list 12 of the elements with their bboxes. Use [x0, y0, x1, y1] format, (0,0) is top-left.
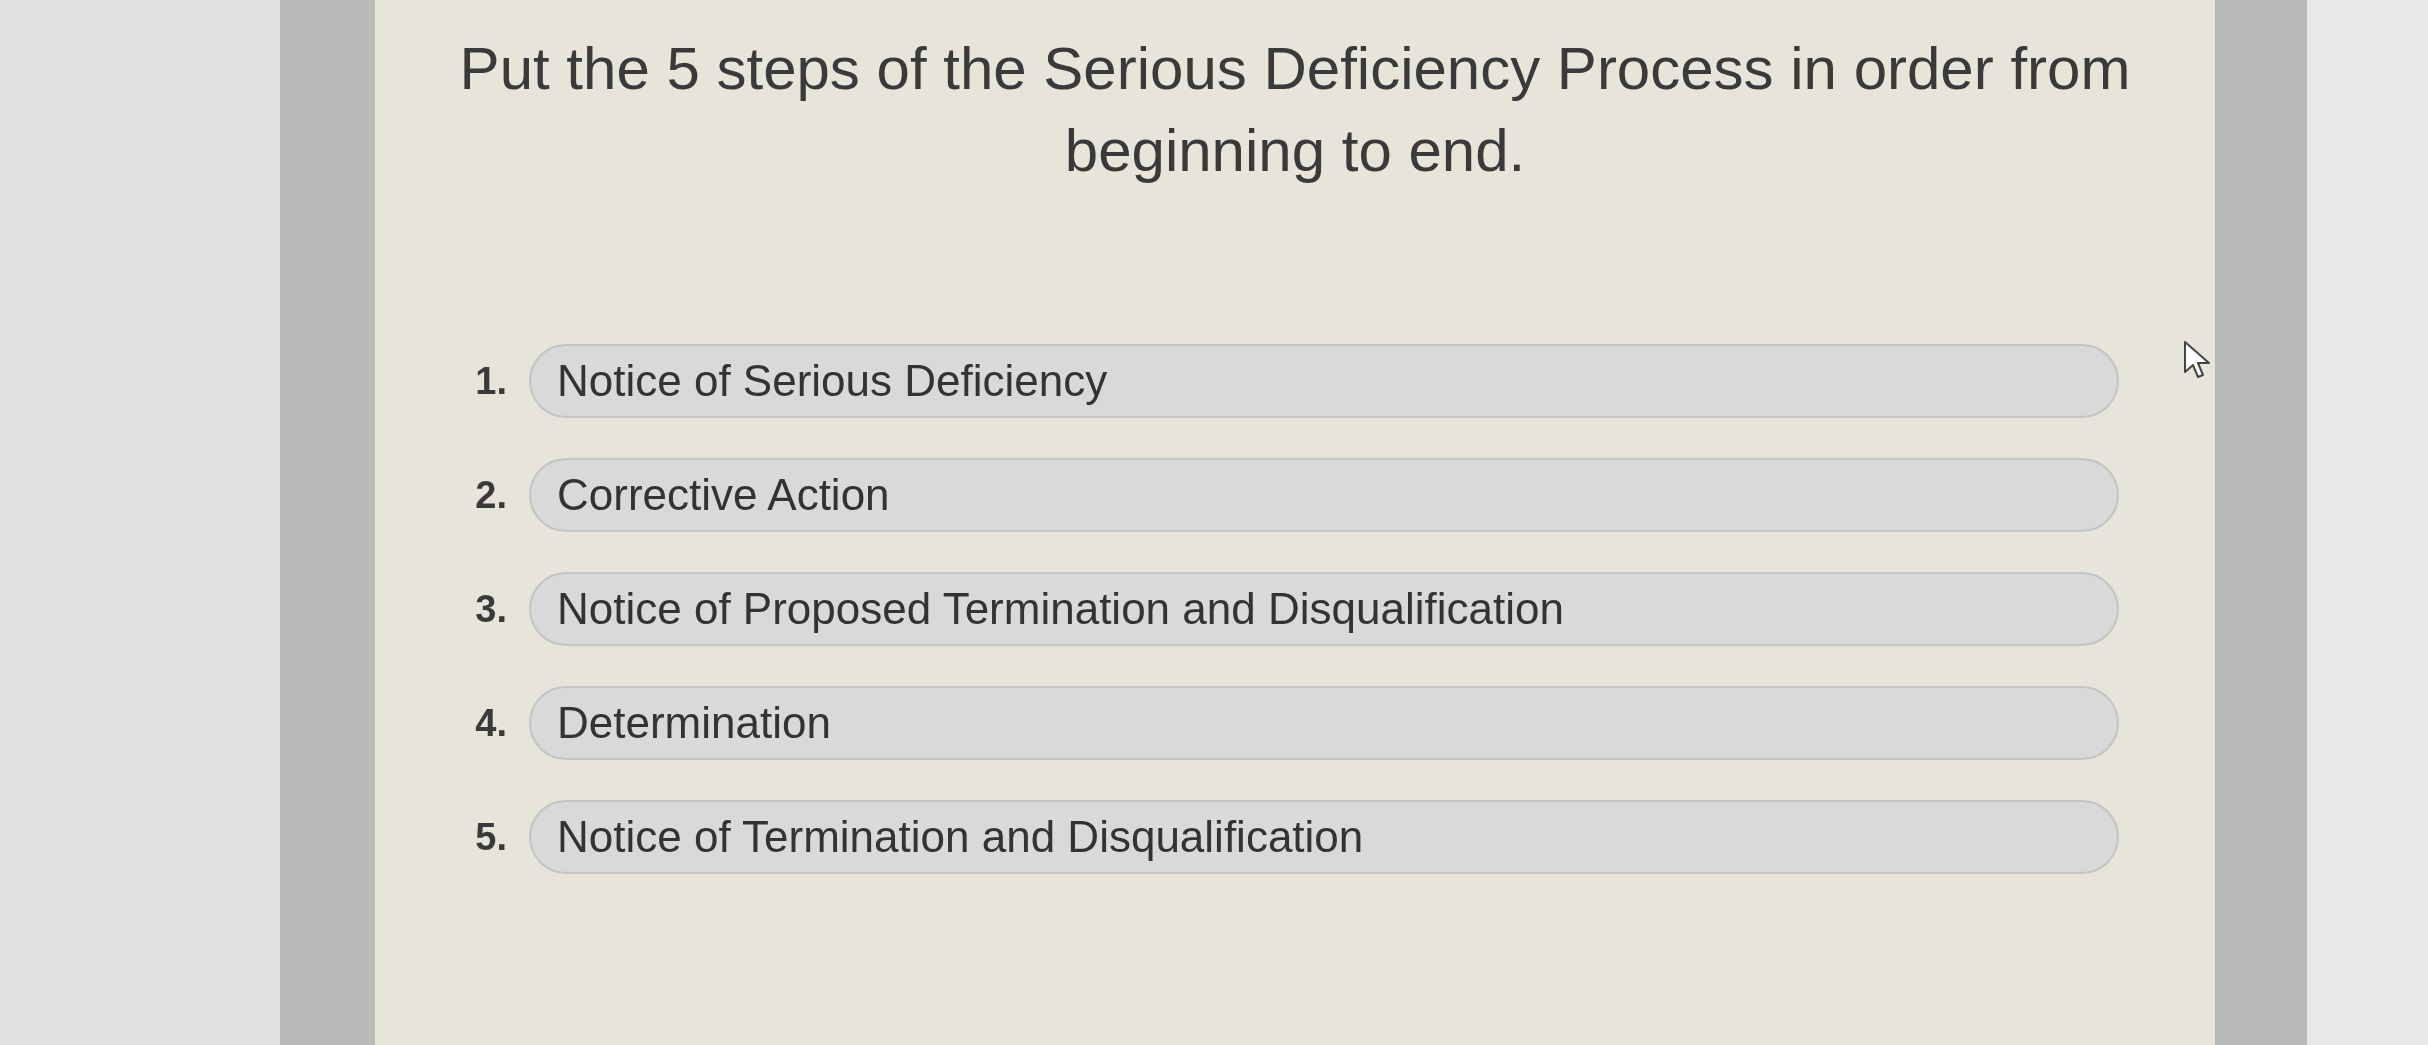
draggable-step[interactable]: Determination [529, 686, 2119, 760]
draggable-step[interactable]: Notice of Proposed Termination and Disqualification [529, 572, 2119, 646]
draggable-step[interactable]: Notice of Termination and Disqualification [529, 800, 2119, 874]
step-number: 2. [474, 472, 507, 518]
question-text: Put the 5 steps of the Serious Deficiency Process in order from beginning to end. [458, 34, 2132, 186]
step-number: 4. [474, 700, 507, 746]
step-number: 1. [474, 358, 507, 404]
step-number: 3. [474, 586, 507, 632]
step-number: 5. [474, 814, 507, 860]
cursor-icon [2183, 340, 2213, 380]
draggable-step[interactable]: Corrective Action [529, 458, 2119, 532]
draggable-step[interactable]: Notice of Serious Deficiency [529, 344, 2119, 418]
